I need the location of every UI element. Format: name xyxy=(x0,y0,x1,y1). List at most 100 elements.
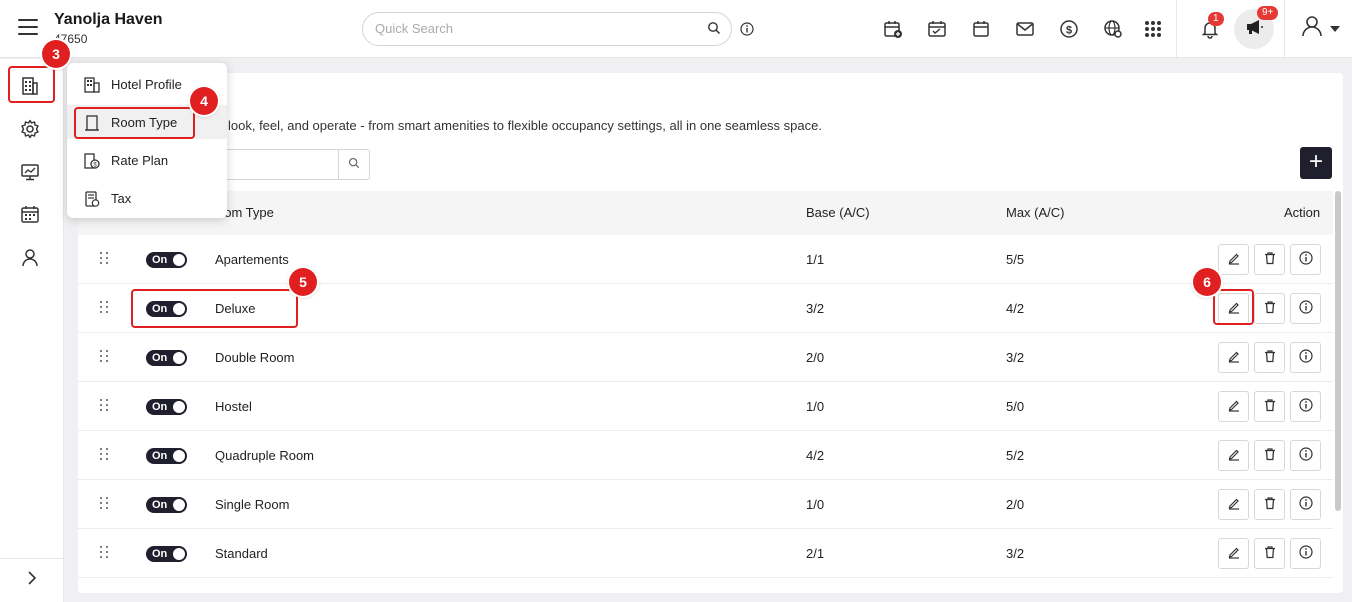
room-type-name: Hostel xyxy=(215,399,252,414)
status-toggle[interactable]: On xyxy=(146,350,187,366)
toggle-label: On xyxy=(152,450,168,462)
dollar-icon[interactable]: $ xyxy=(1058,18,1080,40)
search-icon[interactable] xyxy=(707,21,721,40)
delete-button[interactable] xyxy=(1254,244,1285,275)
base-occupancy: 1/0 xyxy=(806,497,825,512)
base-occupancy: 2/1 xyxy=(806,546,825,561)
drag-handle-icon[interactable] xyxy=(100,448,110,462)
monitor-icon[interactable] xyxy=(19,161,41,183)
step-badge-6: 6 xyxy=(1193,268,1221,296)
toggle-label: On xyxy=(152,548,168,560)
max-occupancy: 5/2 xyxy=(1006,448,1025,463)
step-badge-5: 5 xyxy=(289,268,317,296)
edit-button[interactable] xyxy=(1218,440,1249,471)
max-occupancy: 5/0 xyxy=(1006,399,1025,414)
add-room-type-button[interactable]: + xyxy=(1300,147,1332,179)
hamburger-menu-icon[interactable] xyxy=(18,19,38,37)
drag-handle-icon[interactable] xyxy=(100,546,110,560)
calendar-check-icon[interactable] xyxy=(926,18,948,40)
scrollbar[interactable] xyxy=(1335,191,1341,511)
room-type-name: Double Room xyxy=(215,350,295,365)
base-occupancy: 2/0 xyxy=(806,350,825,365)
drag-handle-icon[interactable] xyxy=(100,301,110,315)
delete-button[interactable] xyxy=(1254,440,1285,471)
info-icon[interactable] xyxy=(740,22,754,41)
info-button[interactable] xyxy=(1290,489,1321,520)
info-button[interactable] xyxy=(1290,391,1321,422)
info-button[interactable] xyxy=(1290,440,1321,471)
toggle-knob xyxy=(173,401,185,413)
info-icon xyxy=(1298,251,1313,268)
status-toggle[interactable]: On xyxy=(146,252,187,268)
highlight-room-type-menu xyxy=(74,107,195,139)
edit-button[interactable] xyxy=(1218,538,1249,569)
info-button[interactable] xyxy=(1290,538,1321,569)
apps-grid-icon[interactable] xyxy=(1142,18,1164,40)
drag-handle-icon[interactable] xyxy=(100,497,110,511)
user-menu[interactable] xyxy=(1298,15,1342,39)
table-search-button[interactable] xyxy=(338,150,369,179)
info-button[interactable] xyxy=(1290,342,1321,373)
expand-sidebar-button[interactable] xyxy=(0,558,64,602)
user-icon[interactable] xyxy=(19,246,41,268)
delete-button[interactable] xyxy=(1254,293,1285,324)
drag-handle-icon[interactable] xyxy=(100,399,110,413)
toggle-knob xyxy=(173,450,185,462)
calendar-icon[interactable] xyxy=(970,18,992,40)
column-header-base: Base (A/C) xyxy=(806,205,870,220)
status-toggle[interactable]: On xyxy=(146,399,187,415)
info-icon xyxy=(1298,398,1313,415)
calendar-grid-icon[interactable] xyxy=(19,203,41,225)
calendar-add-icon[interactable] xyxy=(882,18,904,40)
highlight-edit-deluxe xyxy=(1213,289,1254,325)
info-button[interactable] xyxy=(1290,244,1321,275)
toggle-knob xyxy=(173,352,185,364)
highlight-sidebar-hotel xyxy=(8,66,55,103)
top-bar: Yanolja Haven 47650 $ 1 9+ xyxy=(0,0,1352,58)
mail-icon[interactable] xyxy=(1014,18,1036,40)
delete-button[interactable] xyxy=(1254,489,1285,520)
delete-button[interactable] xyxy=(1254,391,1285,422)
room-type-name: Standard xyxy=(215,546,268,561)
menu-item-tax[interactable]: Tax xyxy=(67,181,227,215)
pencil-icon xyxy=(1227,349,1241,366)
pencil-icon xyxy=(1227,398,1241,415)
info-icon xyxy=(1298,496,1313,513)
toggle-knob xyxy=(173,499,185,511)
base-occupancy: 1/0 xyxy=(806,399,825,414)
base-occupancy: 1/1 xyxy=(806,252,825,267)
edit-button[interactable] xyxy=(1218,244,1249,275)
rate-plan-icon: $ xyxy=(83,152,101,170)
quick-search-input[interactable] xyxy=(375,21,695,36)
chevron-down-icon xyxy=(1330,19,1340,37)
table-row: On Apartements 1/1 5/5 xyxy=(78,235,1333,284)
delete-button[interactable] xyxy=(1254,342,1285,373)
drag-handle-icon[interactable] xyxy=(100,350,110,364)
menu-item-rate-plan[interactable]: $ Rate Plan xyxy=(67,143,227,177)
edit-button[interactable] xyxy=(1218,342,1249,373)
status-toggle[interactable]: On xyxy=(146,448,187,464)
info-icon xyxy=(1298,300,1313,317)
table-row: On Single Room 1/0 2/0 xyxy=(78,480,1333,529)
drag-handle-icon[interactable] xyxy=(100,252,110,266)
search-icon xyxy=(348,156,360,174)
globe-settings-icon[interactable] xyxy=(1102,18,1124,40)
trash-icon xyxy=(1263,300,1277,317)
max-occupancy: 5/5 xyxy=(1006,252,1025,267)
settings-gear-icon[interactable] xyxy=(19,118,41,140)
trash-icon xyxy=(1263,349,1277,366)
menu-item-label: Rate Plan xyxy=(111,153,169,168)
toggle-label: On xyxy=(152,401,168,413)
room-type-name: Quadruple Room xyxy=(215,448,314,463)
sidebar xyxy=(0,59,64,602)
trash-icon xyxy=(1263,545,1277,562)
status-toggle[interactable]: On xyxy=(146,546,187,562)
status-toggle[interactable]: On xyxy=(146,497,187,513)
edit-button[interactable] xyxy=(1218,489,1249,520)
delete-button[interactable] xyxy=(1254,538,1285,569)
table-search[interactable] xyxy=(218,149,370,180)
info-button[interactable] xyxy=(1290,293,1321,324)
info-icon xyxy=(1298,447,1313,464)
column-header-action: Action xyxy=(1284,205,1321,220)
edit-button[interactable] xyxy=(1218,391,1249,422)
